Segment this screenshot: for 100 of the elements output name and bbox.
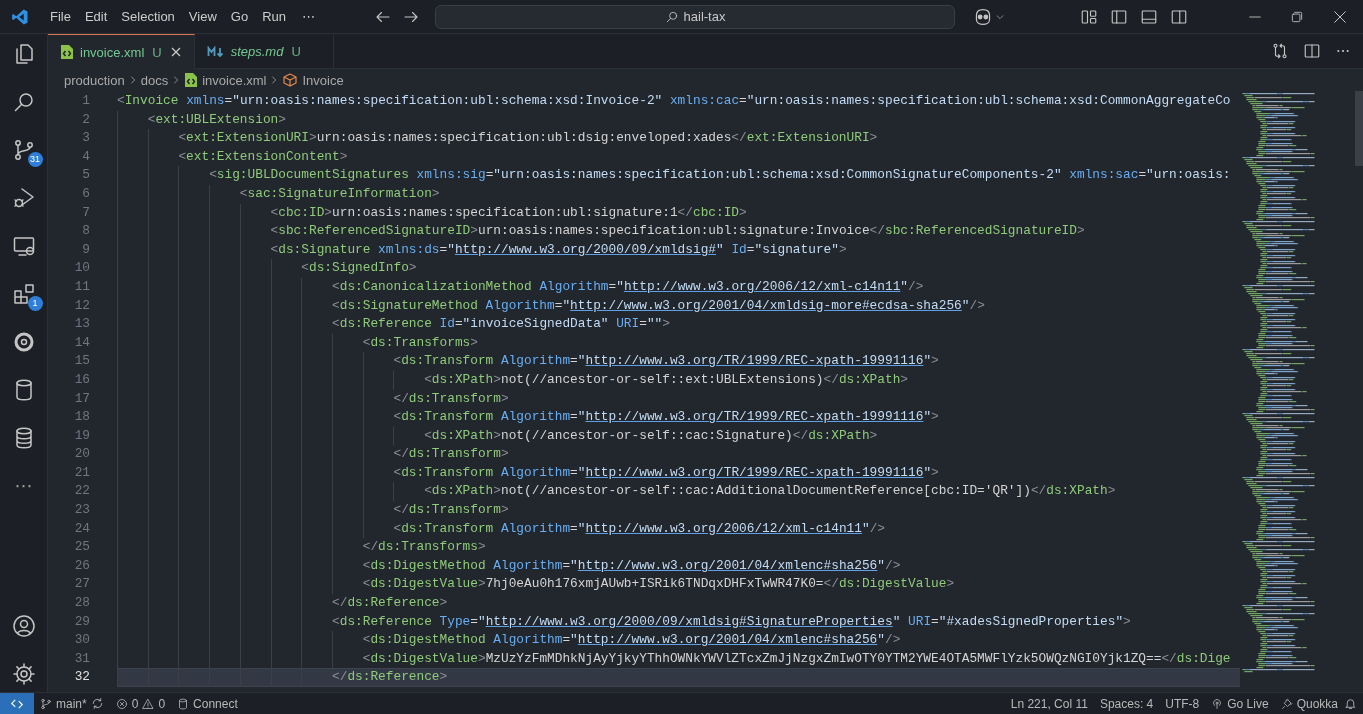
layout-icon[interactable]: [1080, 7, 1098, 26]
code-link[interactable]: http://www.w3.org/2006/12/xml-c14n11: [623, 278, 901, 294]
account-icon[interactable]: [11, 614, 36, 638]
close-icon[interactable]: [1332, 8, 1348, 25]
line-number: 16: [73, 370, 91, 389]
line-number: 15: [73, 352, 91, 371]
plug-icon: [1280, 697, 1293, 710]
code-line: <cbc:ID>urn:oasis:names:specification:ubl:signature:1</cbc:ID>: [117, 203, 1240, 223]
code-line: <ext:UBLExtension>: [117, 110, 1240, 130]
line-number: 23: [73, 501, 91, 520]
line-number: 10: [73, 259, 91, 278]
menu-item[interactable]: View: [181, 6, 224, 27]
git-status: U: [152, 44, 162, 60]
warning-icon: [142, 697, 155, 710]
cursor-position-button[interactable]: Ln 221, Col 11: [1004, 696, 1094, 711]
line-number: 5: [81, 166, 91, 185]
code-line: <ds:Signature xmlns:ds="http://www.w3.org/2000/09/xmldsig#" Id="signature">: [117, 240, 1240, 260]
database-icon: [177, 697, 190, 710]
file-code-icon: [184, 72, 199, 88]
code-link[interactable]: http://www.w3.org/TR/1999/REC-xpath-19991116: [585, 409, 924, 425]
encoding-button[interactable]: UTF-8: [1159, 696, 1206, 711]
more-menu-button[interactable]: ⋯: [295, 6, 322, 27]
compare-icon[interactable]: [1271, 42, 1289, 60]
line-number: 26: [73, 556, 91, 575]
line-number: 29: [73, 612, 91, 631]
broadcast-icon: [1211, 697, 1224, 710]
extensions-icon[interactable]: [11, 282, 36, 306]
sync-icon[interactable]: [90, 697, 104, 710]
more-button[interactable]: ⋯: [14, 474, 33, 498]
line-number: 14: [73, 333, 91, 352]
menu-item[interactable]: Selection: [114, 6, 182, 27]
line-number: 20: [73, 445, 91, 464]
close-icon[interactable]: [169, 46, 182, 58]
branch-icon: [40, 697, 52, 710]
breadcrumb-item[interactable]: Invoice: [282, 72, 344, 88]
breadcrumb-item[interactable]: docs: [140, 72, 169, 88]
line-number: 18: [73, 408, 91, 427]
code-link[interactable]: http://www.w3.org/2001/04/xmldsig-more#ecdsa-sha256: [570, 297, 962, 313]
code-line: <sac:SignatureInformation>: [117, 184, 1240, 204]
editor-tab[interactable]: invoice.xml U: [48, 34, 195, 69]
code-line: <ds:Reference Type="http://www.w3.org/2000/09/xmldsig#SignatureProperties" URI="#xadesSignedProperties">: [117, 612, 1240, 632]
error-icon: [115, 697, 128, 710]
code-line: <Invoice xmlns="urn:oasis:names:specification:ubl:schema:xsd:Invoice-2" xmlns:cac="urn:oasis:names:specification:ubl:schema:xsd:CommonAggregateCo: [117, 92, 1232, 110]
bell-icon[interactable]: [1344, 697, 1357, 710]
indentation-button[interactable]: Spaces: 4: [1093, 696, 1160, 711]
line-number: 7: [81, 203, 91, 222]
git-status: U: [291, 44, 301, 59]
code-link[interactable]: http://www.w3.org/2000/09/xmldsig#SignatureProperties: [485, 613, 893, 629]
scrollbar-thumb[interactable]: [1355, 91, 1363, 166]
code-link[interactable]: http://www.w3.org/TR/1999/REC-xpath-19991116: [585, 353, 924, 369]
split-editor-icon[interactable]: [1303, 42, 1321, 60]
line-number: 27: [73, 575, 91, 594]
line-number: 21: [73, 463, 91, 482]
gear-icon[interactable]: [11, 662, 36, 686]
code-line: <ds:DigestMethod Algorithm="http://www.w3.org/2001/04/xmlenc#sha256"/>: [117, 631, 1240, 650]
remote-button[interactable]: [0, 693, 34, 714]
code-link[interactable]: http://www.w3.org/2001/04/xmlenc#sha256: [577, 632, 878, 648]
code-line: </ds:Transform>: [117, 445, 1240, 464]
code-line: <ds:XPath>not(//ancestor-or-self::cac:Signature)</ds:XPath>: [117, 426, 1240, 446]
line-number: 6: [81, 184, 91, 203]
code-line: <ds:Transform Algorithm="http://www.w3.org/TR/1999/REC-xpath-19991116">: [117, 408, 1240, 427]
breadcrumb-item[interactable]: production: [64, 72, 125, 88]
count-badge: 1: [27, 296, 43, 311]
code-line: <ds:Transform Algorithm="http://www.w3.org/TR/1999/REC-xpath-19991116">: [117, 352, 1240, 371]
line-number: 9: [81, 240, 91, 259]
problems-button[interactable]: 0 0: [109, 696, 172, 711]
quokka-button[interactable]: Quokka: [1274, 696, 1344, 711]
menu-item[interactable]: Run: [255, 6, 293, 27]
menu-item[interactable]: File: [43, 6, 78, 27]
line-number: 4: [81, 147, 91, 166]
search-icon: [664, 9, 679, 24]
sidebar-right-icon[interactable]: [1170, 7, 1188, 26]
code-link[interactable]: http://www.w3.org/2001/04/xmlenc#sha256: [577, 557, 878, 573]
assistant-icon[interactable]: [973, 7, 993, 26]
panel-icon[interactable]: [1140, 7, 1158, 26]
code-link[interactable]: http://www.w3.org/TR/1999/REC-xpath-19991116: [585, 464, 924, 480]
remote-icon: [10, 697, 24, 710]
count-badge: 31: [27, 152, 43, 167]
code-line: <ds:Transform Algorithm="http://www.w3.org/TR/1999/REC-xpath-19991116">: [117, 463, 1240, 483]
line-number: 22: [73, 482, 91, 501]
code-link[interactable]: http://www.w3.org/2000/09/xmldsig#: [454, 241, 717, 257]
line-number: 19: [73, 426, 91, 445]
connect-button[interactable]: Connect: [171, 696, 244, 711]
branch-button[interactable]: main*: [34, 696, 110, 711]
code-line: <ds:Reference Id="invoiceSignedData" URI="">: [117, 315, 1240, 334]
code-link[interactable]: http://www.w3.org/2006/12/xml-c14n11: [585, 520, 862, 536]
run-debug-icon[interactable]: [11, 186, 36, 210]
markdown-icon: [206, 45, 225, 58]
code-line: <ds:XPath>not(//ancestor-or-self::cac:AdditionalDocumentReference[cbc:ID='QR'])</ds:XPath>: [117, 482, 1240, 502]
line-number: 3: [81, 129, 91, 148]
go-live-button[interactable]: Go Live: [1205, 696, 1275, 711]
code-line: <ds:Transform Algorithm="http://www.w3.org/2006/12/xml-c14n11"/>: [117, 519, 1240, 539]
app-logo-icon[interactable]: [11, 7, 29, 26]
monitor-icon[interactable]: [11, 234, 36, 258]
breadcrumb-item[interactable]: invoice.xml: [184, 72, 267, 88]
sidebar-icon[interactable]: [1110, 7, 1128, 26]
menu-item[interactable]: Go: [223, 6, 256, 27]
command-center-search[interactable]: hail-tax: [435, 4, 955, 29]
restore-icon[interactable]: [1290, 9, 1304, 24]
menu-item[interactable]: Edit: [77, 6, 115, 27]
